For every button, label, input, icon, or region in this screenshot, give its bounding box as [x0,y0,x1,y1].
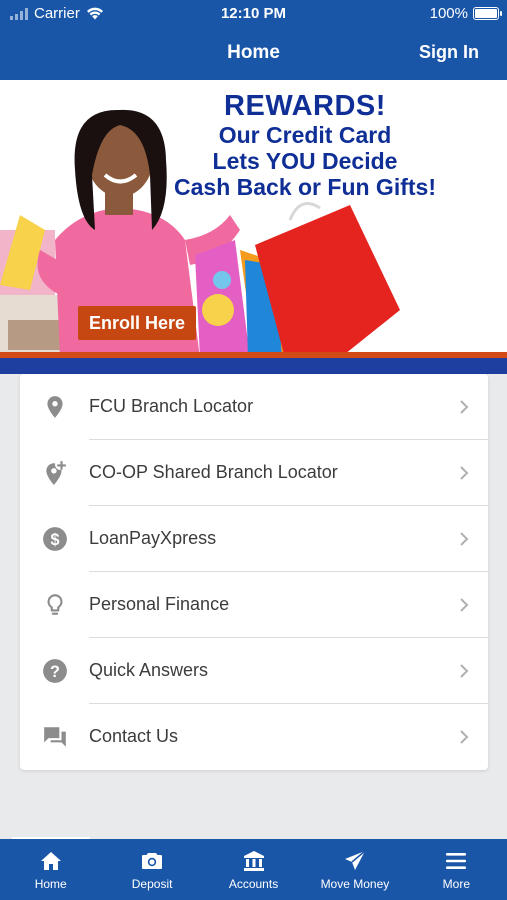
sign-in-button[interactable]: Sign In [419,42,479,63]
bank-icon [243,851,264,871]
location-pin-icon [47,396,63,418]
hamburger-menu-icon [446,853,467,869]
banner-blue-band [0,358,507,374]
bottom-tab-bar: Home Deposit Accounts Move Money More [0,839,507,900]
tab-deposit[interactable]: Deposit [101,839,202,900]
question-circle-icon: ? [43,659,67,683]
menu-item-personal-finance[interactable]: Personal Finance [20,572,488,638]
battery-percent: 100% [429,5,468,22]
menu-item-loanpayxpress[interactable]: $ LoanPayXpress [20,506,488,572]
status-bar: Carrier 12:10 PM 100% [0,0,507,28]
chevron-right-icon [460,466,469,480]
tab-label: Move Money [320,877,390,891]
menu-item-label: Contact Us [89,726,179,746]
tab-label: Deposit [131,877,173,891]
chat-bubbles-icon [44,727,66,747]
banner-line-cash-back: Cash Back or Fun Gifts! [174,174,436,200]
banner-headline: REWARDS! Our Credit Card Lets YOU Decide… [160,90,450,200]
battery-group: 100% [429,5,502,22]
banner-line-rewards: REWARDS! [224,90,386,122]
menu-item-label: CO-OP Shared Branch Locator [89,462,338,482]
menu-item-coop-shared-branch-locator[interactable]: CO-OP Shared Branch Locator [20,440,488,506]
chevron-right-icon [460,400,469,414]
menu-item-fcu-branch-locator[interactable]: FCU Branch Locator [20,374,488,440]
tab-more[interactable]: More [406,839,507,900]
menu-item-contact-us[interactable]: Contact Us [20,704,488,770]
menu-item-label: Quick Answers [89,660,209,680]
menu-item-label: Personal Finance [89,594,230,614]
top-bar: Carrier 12:10 PM 100% Home Sign In [0,0,507,80]
tab-move-money[interactable]: Move Money [304,839,405,900]
chevron-right-icon [460,664,469,678]
banner-line-decide: Lets YOU Decide [212,148,398,174]
tab-label: Accounts [228,877,279,891]
tab-accounts[interactable]: Accounts [203,839,304,900]
svg-text:?: ? [50,663,60,681]
chevron-right-icon [460,598,469,612]
menu-item-label: LoanPayXpress [89,528,217,548]
chevron-right-icon [460,532,469,546]
battery-icon [473,7,502,20]
lightbulb-icon [47,594,63,615]
banner-line-credit-card: Our Credit Card [218,122,392,148]
tab-home[interactable]: Home [0,839,101,900]
enroll-here-button[interactable]: Enroll Here [78,306,196,340]
rewards-banner[interactable]: REWARDS! Our Credit Card Lets YOU Decide… [0,80,507,358]
menu-item-quick-answers[interactable]: ? Quick Answers [20,638,488,704]
dollar-circle-icon: $ [43,527,67,551]
services-menu: FCU Branch Locator CO-OP Shared Branch L… [20,374,488,770]
tab-label: More [442,877,470,891]
home-icon [40,852,61,870]
paper-plane-icon [344,850,366,870]
add-location-icon [46,461,66,485]
tab-label: Home [34,877,67,891]
menu-item-label: FCU Branch Locator [89,396,254,416]
chevron-right-icon [460,730,469,744]
camera-icon [142,853,163,869]
svg-text:$: $ [50,531,59,549]
